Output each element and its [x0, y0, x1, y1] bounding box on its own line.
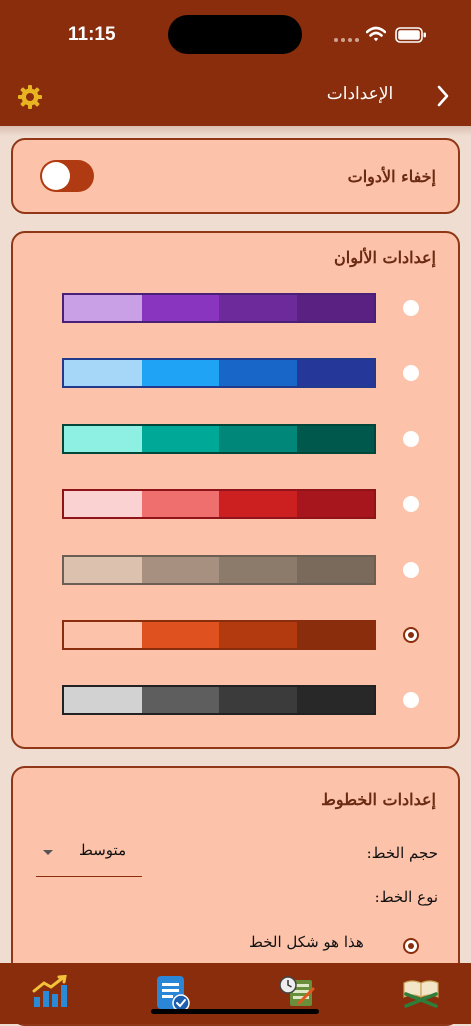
- color-palette-gray[interactable]: [62, 685, 376, 716]
- color-swatch-teal-1: [64, 425, 142, 452]
- color-swatch-orange-3: [219, 622, 297, 648]
- dynamic-island: [168, 15, 302, 54]
- font-sample-text: هذا هو شكل الخط: [249, 933, 364, 951]
- color-radio-red[interactable]: [403, 496, 419, 513]
- home-indicator: [151, 1009, 319, 1014]
- color-swatch-blue-3: [219, 360, 297, 387]
- color-palette-blue[interactable]: [62, 358, 376, 389]
- color-radio-gray[interactable]: [403, 692, 419, 709]
- color-palette-orange[interactable]: [62, 620, 376, 650]
- color-swatch-gray-1: [64, 687, 142, 714]
- status-time: 11:15: [68, 24, 116, 45]
- hide-tools-card: إخفاء الأدوات: [11, 138, 460, 214]
- color-palette-teal[interactable]: [62, 423, 376, 454]
- color-swatch-taupe-1: [64, 556, 142, 583]
- color-swatch-orange-1: [64, 622, 142, 648]
- status-bar: 11:15: [0, 0, 471, 72]
- color-palette-taupe[interactable]: [62, 554, 376, 585]
- note-check-icon[interactable]: [154, 975, 192, 1013]
- color-palette-red[interactable]: [62, 489, 376, 520]
- color-swatch-teal-4: [296, 425, 374, 452]
- color-radio-blue[interactable]: [403, 365, 419, 382]
- tab-bar: [0, 963, 471, 1024]
- color-swatch-gray-4: [296, 687, 374, 714]
- gear-icon[interactable]: [17, 84, 43, 110]
- color-swatch-red-2: [141, 491, 219, 518]
- color-swatch-red-4: [296, 491, 374, 518]
- color-swatch-taupe-3: [219, 556, 297, 583]
- fonts-title: إعدادات الخطوط: [321, 790, 436, 809]
- battery-icon: [395, 27, 426, 43]
- quran-book-icon[interactable]: [402, 975, 440, 1009]
- color-swatch-red-1: [64, 491, 142, 518]
- back-chevron-icon[interactable]: [436, 84, 450, 108]
- font-size-select-underline: [36, 876, 142, 877]
- color-swatch-taupe-4: [296, 556, 374, 583]
- color-swatch-gray-3: [219, 687, 297, 714]
- color-swatch-taupe-2: [141, 556, 219, 583]
- color-swatch-purple-4: [296, 295, 374, 321]
- hide-tools-label: إخفاء الأدوات: [347, 167, 436, 186]
- colors-card: إعدادات الألوان: [11, 231, 460, 749]
- color-swatch-orange-4: [296, 622, 374, 648]
- color-palette-purple[interactable]: [62, 293, 376, 323]
- toggle-knob: [42, 162, 70, 190]
- color-radio-orange[interactable]: [403, 627, 419, 643]
- clock-checklist-icon[interactable]: [279, 975, 317, 1009]
- color-swatch-orange-2: [141, 622, 219, 648]
- chevron-down-icon[interactable]: [43, 850, 53, 855]
- color-swatch-purple-2: [141, 295, 219, 321]
- wifi-icon: [366, 26, 386, 42]
- color-swatch-teal-3: [219, 425, 297, 452]
- colors-title: إعدادات الألوان: [334, 248, 436, 267]
- color-radio-taupe[interactable]: [403, 561, 419, 578]
- stats-chart-icon[interactable]: [31, 975, 69, 1009]
- color-swatch-gray-2: [141, 687, 219, 714]
- color-swatch-teal-2: [141, 425, 219, 452]
- color-swatch-blue-2: [141, 360, 219, 387]
- hide-tools-toggle[interactable]: [40, 160, 94, 192]
- color-swatch-red-3: [219, 491, 297, 518]
- color-radio-teal[interactable]: [403, 430, 419, 447]
- color-swatch-purple-1: [64, 295, 142, 321]
- font-type-radio[interactable]: [403, 938, 419, 954]
- color-radio-purple[interactable]: [403, 300, 419, 316]
- page-title: الإعدادات: [326, 84, 394, 104]
- font-size-value[interactable]: متوسط: [79, 841, 126, 859]
- color-swatch-purple-3: [219, 295, 297, 321]
- color-swatch-blue-1: [64, 360, 142, 387]
- header-shadow: [0, 126, 471, 136]
- font-size-label: حجم الخط:: [366, 844, 438, 862]
- signal-dots-icon: [334, 38, 359, 42]
- color-swatch-blue-4: [296, 360, 374, 387]
- font-type-label: نوع الخط:: [374, 888, 438, 906]
